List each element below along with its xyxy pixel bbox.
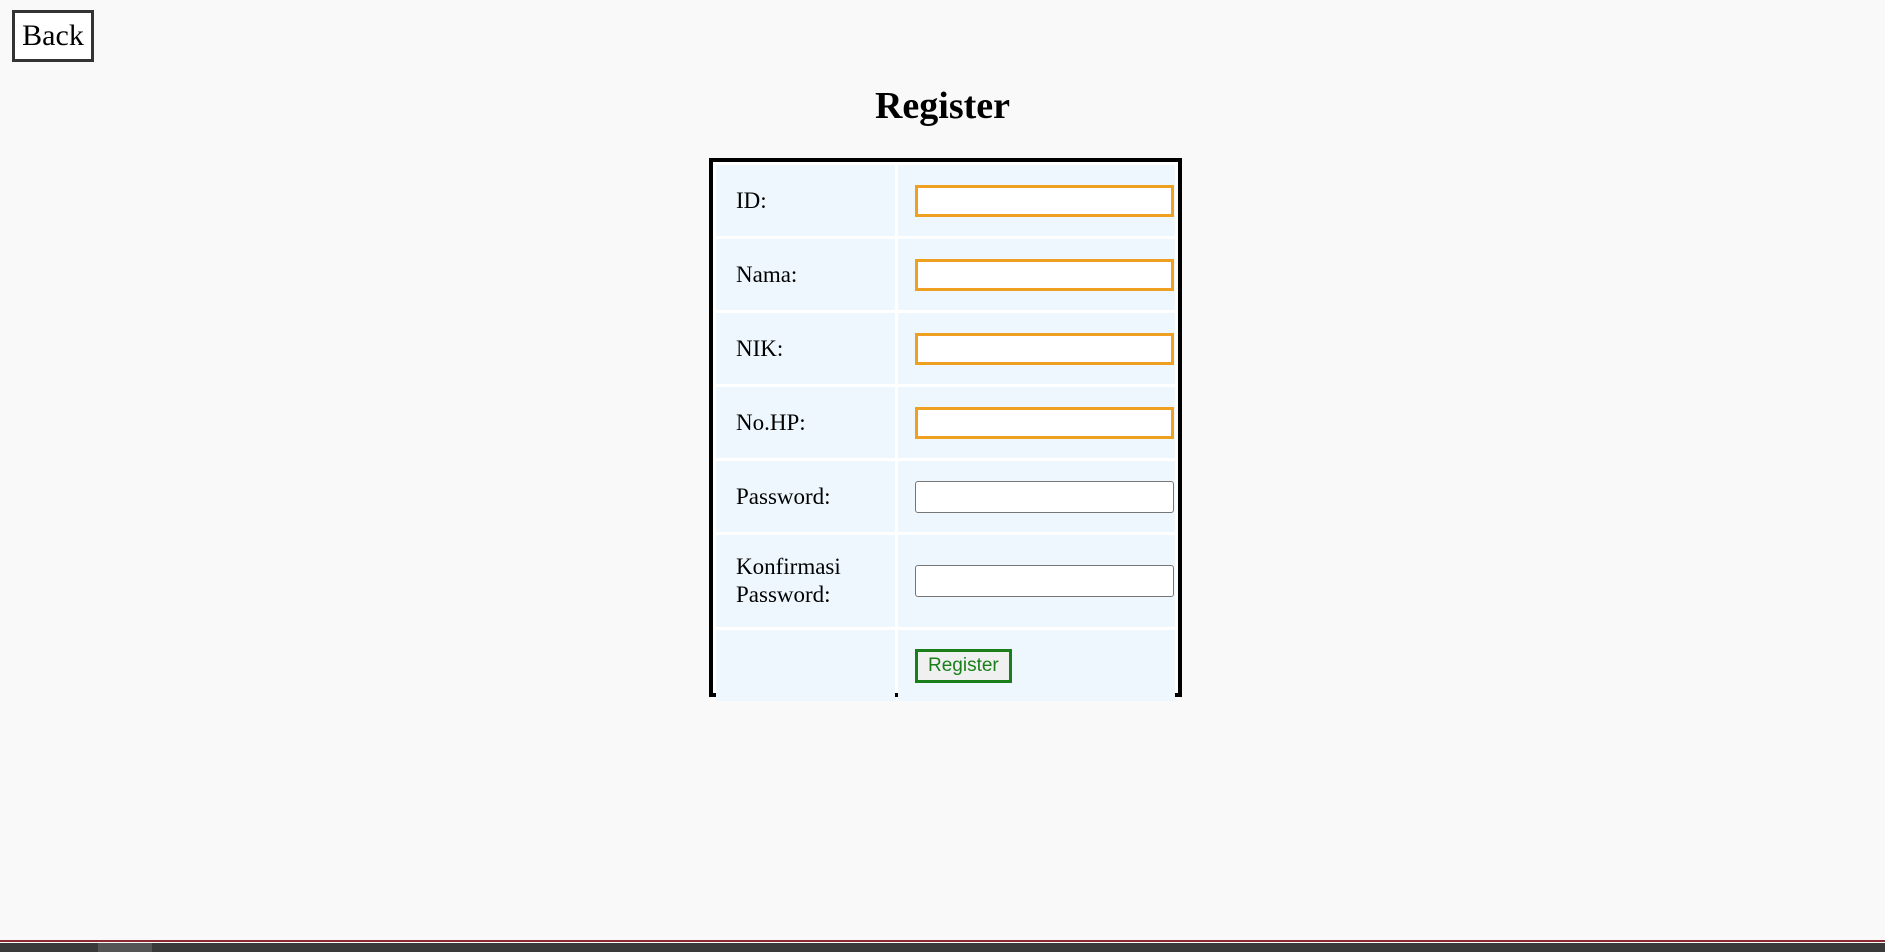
footer-divider [0,940,1885,942]
register-button[interactable]: Register [915,648,1012,683]
register-form: ID: Nama: NIK: No.HP: Password: Konfirma… [709,158,1182,701]
confirm-password-input[interactable] [915,565,1174,597]
nik-input[interactable] [915,332,1174,365]
form-row-nohp: No.HP: [716,387,1175,458]
confirm-password-label-line1: Konfirmasi [736,554,841,580]
bottom-bar-segment [98,943,152,952]
empty-cell [716,630,895,701]
bottom-bar [0,943,1885,952]
form-row-id: ID: [716,165,1175,236]
password-input[interactable] [915,480,1174,513]
id-input[interactable] [915,184,1174,217]
form-row-nama: Nama: [716,239,1175,310]
id-label: ID: [716,165,895,236]
nik-label: NIK: [716,313,895,384]
page-title: Register [874,85,1011,127]
confirm-password-label: Konfirmasi Password: [716,535,895,627]
form-row-submit: Register [716,630,1175,701]
password-label: Password: [716,461,895,532]
confirm-password-label-line2: Password: [736,582,831,607]
form-row-nik: NIK: [716,313,1175,384]
form-row-password: Password: [716,461,1175,532]
back-button[interactable]: Back [12,10,94,62]
register-form-table: ID: Nama: NIK: No.HP: Password: Konfirma… [713,162,1178,704]
nohp-label: No.HP: [716,387,895,458]
nama-input[interactable] [915,258,1174,291]
nama-label: Nama: [716,239,895,310]
form-row-confirm-password: Konfirmasi Password: [716,535,1175,627]
nohp-input[interactable] [915,406,1174,439]
